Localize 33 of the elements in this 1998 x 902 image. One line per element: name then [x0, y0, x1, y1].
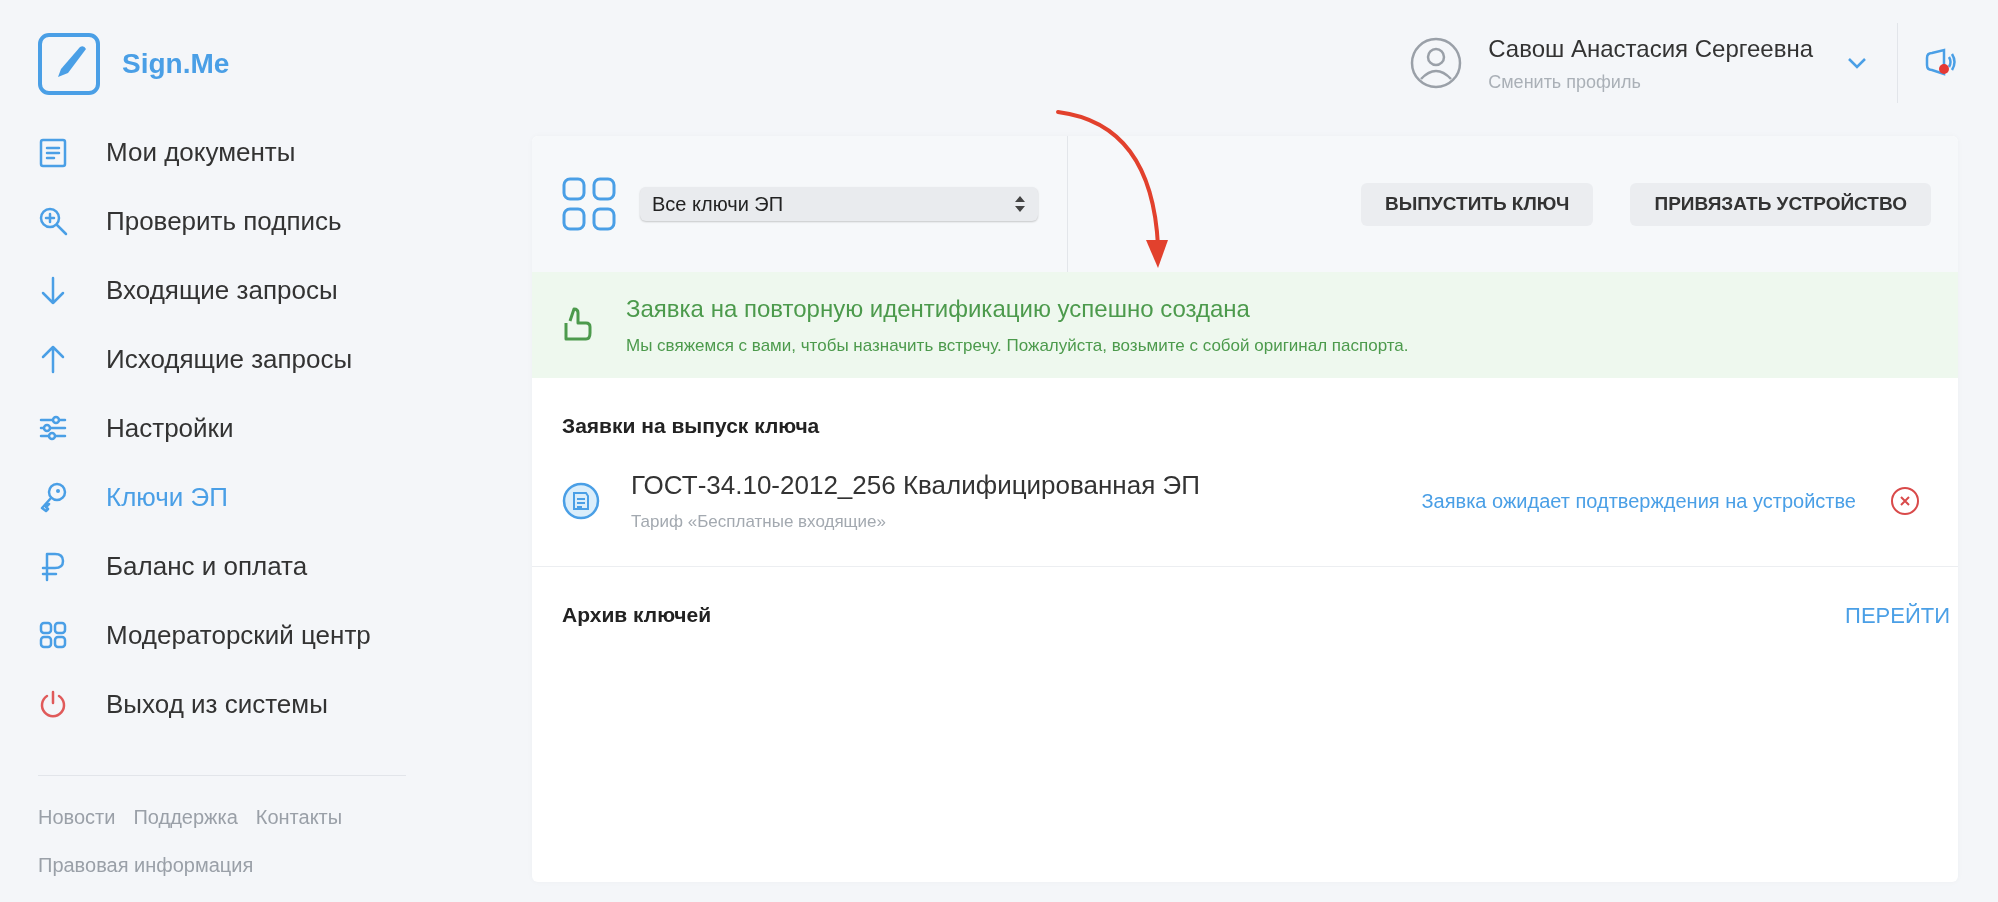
logo-text: Sign.Me [122, 47, 230, 81]
key-icon [38, 481, 68, 514]
zoom-in-icon [38, 205, 68, 238]
sidebar-item[interactable]: Проверить подпись [38, 187, 405, 256]
toolbar-button[interactable]: ВЫПУСТИТЬ КЛЮЧ [1361, 182, 1594, 226]
sidebar-item[interactable]: Исходящие запросы [38, 325, 405, 394]
avatar-icon[interactable] [1410, 37, 1463, 89]
close-icon [1890, 485, 1920, 516]
sidebar-item[interactable]: Настройки [38, 394, 405, 463]
sidebar-item[interactable]: Входящие запросы [38, 256, 405, 325]
section-title: Архив ключей [562, 602, 712, 629]
request-title: ГОСТ-34.10-2012_256 Квалифицированная ЭП [631, 469, 1200, 503]
grid-icon [562, 177, 616, 231]
logo-icon [38, 33, 100, 95]
chevron-down-icon[interactable] [1847, 57, 1867, 69]
profile-name: Савош Анастасия Сергеевна [1488, 33, 1813, 64]
document-icon [38, 136, 68, 169]
section-title: Заявки на выпуск ключа [562, 413, 821, 439]
toolbar-button[interactable]: ПРИВЯЗАТЬ УСТРОЙСТВО [1630, 182, 1931, 226]
sidebar-item[interactable]: Баланс и оплата [38, 532, 405, 601]
key-filter-select[interactable]: Все ключи ЭП [640, 187, 1038, 221]
sidebar-item[interactable]: Выход из системы [38, 670, 405, 739]
sidebar-item[interactable]: Модераторский центр [38, 601, 405, 670]
request-status: Заявка ожидает подтверждения на устройстве [1421, 488, 1856, 514]
megaphone-icon[interactable] [1924, 48, 1958, 78]
request-tariff: Тариф «Бесплатные входящие» [631, 511, 888, 534]
close-button[interactable] [1890, 485, 1920, 516]
thumbs-up-icon [562, 307, 592, 343]
notice-title: Заявка на повторную идентификацию успешно создана [626, 294, 1251, 325]
sidebar-item[interactable]: Мои документы [38, 118, 405, 187]
sort-arrows-icon [1014, 195, 1026, 213]
certificate-icon [562, 481, 600, 520]
notice-text: Мы свяжемся с вами, чтобы назначить встречу. Пожалуйста, возьмите с собой оригинал паспорта. [626, 335, 1409, 358]
